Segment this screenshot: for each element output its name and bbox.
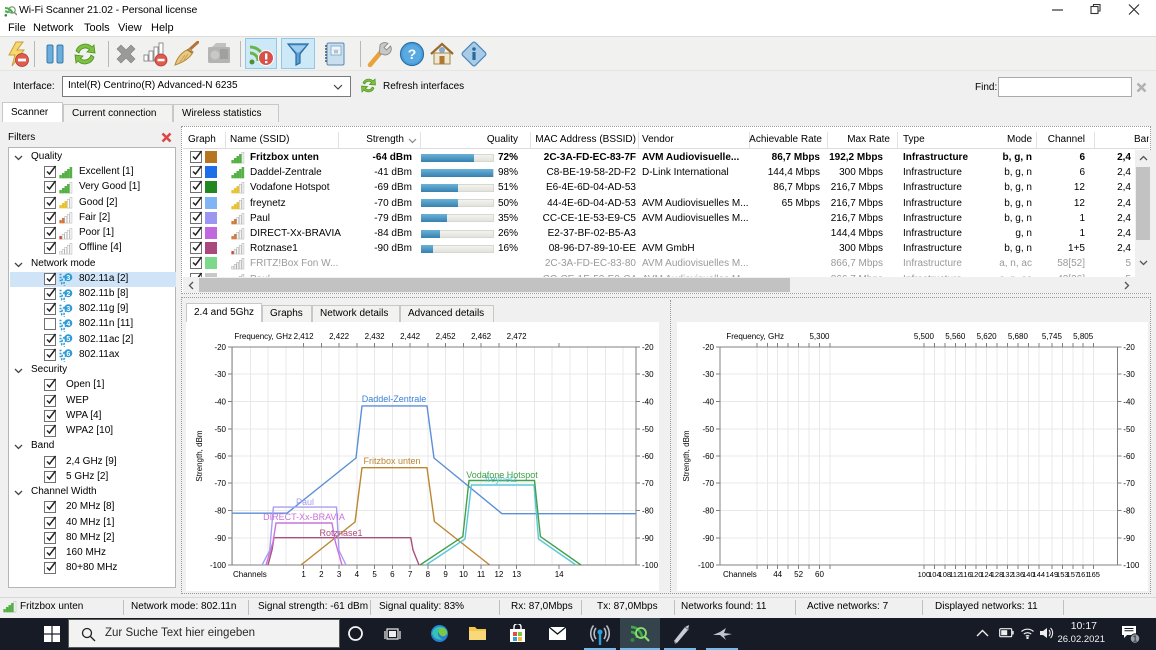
svg-text:Vodafone Hotspot: Vodafone Hotspot xyxy=(466,470,538,480)
svg-text:Daddel-Zentrale: Daddel-Zentrale xyxy=(362,394,427,404)
svg-text:2,422: 2,422 xyxy=(329,332,350,341)
svg-text:-20: -20 xyxy=(214,343,226,352)
svg-text:2,412: 2,412 xyxy=(294,332,315,341)
svg-text:-70: -70 xyxy=(1123,479,1135,488)
svg-text:52: 52 xyxy=(794,570,803,579)
svg-text:-60: -60 xyxy=(702,452,714,461)
svg-text:13: 13 xyxy=(512,570,521,579)
svg-text:-60: -60 xyxy=(642,452,654,461)
svg-text:DIRECT-Xx-BRAVIA: DIRECT-Xx-BRAVIA xyxy=(263,512,345,522)
svg-text:9: 9 xyxy=(443,570,448,579)
svg-text:Channels: Channels xyxy=(233,570,267,579)
svg-text:2,432: 2,432 xyxy=(365,332,386,341)
svg-text:Strength, dBm: Strength, dBm xyxy=(195,430,204,481)
svg-text:Frequency, GHz: Frequency, GHz xyxy=(234,332,292,341)
svg-text:-20: -20 xyxy=(702,343,714,352)
svg-text:5,680: 5,680 xyxy=(1008,332,1029,341)
svg-text:12: 12 xyxy=(494,570,503,579)
svg-text:3: 3 xyxy=(66,305,70,312)
svg-text:-70: -70 xyxy=(702,479,714,488)
svg-text:44: 44 xyxy=(773,570,782,579)
svg-text:-30: -30 xyxy=(702,370,714,379)
svg-text:2,472: 2,472 xyxy=(507,332,528,341)
svg-text:-90: -90 xyxy=(1123,534,1135,543)
svg-text:-90: -90 xyxy=(702,534,714,543)
svg-text:6: 6 xyxy=(66,351,70,358)
svg-text:-60: -60 xyxy=(214,452,226,461)
svg-text:8: 8 xyxy=(426,570,431,579)
svg-text:Rotznase1: Rotznase1 xyxy=(319,528,362,538)
svg-text:3: 3 xyxy=(66,275,70,282)
svg-text:5,560: 5,560 xyxy=(945,332,966,341)
svg-text:-70: -70 xyxy=(642,479,654,488)
svg-text:5,805: 5,805 xyxy=(1073,332,1094,341)
svg-text:-80: -80 xyxy=(1123,507,1135,516)
svg-text:?: ? xyxy=(408,46,417,62)
svg-text:-40: -40 xyxy=(214,398,226,407)
svg-text:-40: -40 xyxy=(1123,398,1135,407)
svg-text:-100: -100 xyxy=(210,561,227,570)
svg-text:-60: -60 xyxy=(1123,452,1135,461)
svg-text:Channels: Channels xyxy=(723,570,757,579)
svg-text:-80: -80 xyxy=(642,507,654,516)
svg-text:60: 60 xyxy=(815,570,824,579)
svg-text:1: 1 xyxy=(301,570,306,579)
svg-text:165: 165 xyxy=(1087,570,1100,579)
svg-text:Fritzbox unten: Fritzbox unten xyxy=(363,456,420,466)
svg-text:14: 14 xyxy=(555,570,564,579)
svg-text:-90: -90 xyxy=(214,534,226,543)
svg-text:5,620: 5,620 xyxy=(977,332,998,341)
svg-text:-70: -70 xyxy=(214,479,226,488)
svg-text:6: 6 xyxy=(390,570,395,579)
svg-text:144: 144 xyxy=(1033,570,1046,579)
svg-text:-30: -30 xyxy=(1123,370,1135,379)
svg-text:-50: -50 xyxy=(214,425,226,434)
svg-text:5,500: 5,500 xyxy=(914,332,935,341)
svg-text:2,442: 2,442 xyxy=(400,332,421,341)
svg-text:2,462: 2,462 xyxy=(471,332,492,341)
svg-text:-20: -20 xyxy=(1123,343,1135,352)
svg-text:-90: -90 xyxy=(642,534,654,543)
svg-text:W: W xyxy=(334,50,339,56)
svg-text:-100: -100 xyxy=(1123,561,1140,570)
svg-text:2,452: 2,452 xyxy=(436,332,457,341)
svg-text:-100: -100 xyxy=(698,561,715,570)
svg-text:-50: -50 xyxy=(702,425,714,434)
svg-text:-30: -30 xyxy=(214,370,226,379)
svg-text:-80: -80 xyxy=(214,507,226,516)
svg-text:-50: -50 xyxy=(642,425,654,434)
svg-text:Frequency, GHz: Frequency, GHz xyxy=(726,332,784,341)
svg-text:2: 2 xyxy=(319,570,324,579)
svg-text:7: 7 xyxy=(408,570,413,579)
svg-text:5,745: 5,745 xyxy=(1042,332,1063,341)
svg-text:2: 2 xyxy=(66,290,70,297)
svg-text:-50: -50 xyxy=(1123,425,1135,434)
svg-text:-40: -40 xyxy=(702,398,714,407)
svg-text:3: 3 xyxy=(337,570,342,579)
svg-text:5: 5 xyxy=(372,570,377,579)
svg-text:-30: -30 xyxy=(642,370,654,379)
svg-text:1: 1 xyxy=(1133,634,1138,644)
svg-text:-100: -100 xyxy=(642,561,659,570)
svg-text:5: 5 xyxy=(66,336,70,343)
svg-text:Paul: Paul xyxy=(296,497,314,507)
svg-text:10: 10 xyxy=(459,570,468,579)
svg-text:Strength, dBm: Strength, dBm xyxy=(682,430,691,481)
svg-text:-40: -40 xyxy=(642,398,654,407)
svg-text:11: 11 xyxy=(477,570,486,579)
svg-text:-80: -80 xyxy=(702,507,714,516)
svg-text:5,300: 5,300 xyxy=(809,332,830,341)
svg-text:-20: -20 xyxy=(642,343,654,352)
svg-text:4: 4 xyxy=(355,570,360,579)
svg-text:4: 4 xyxy=(66,321,70,328)
